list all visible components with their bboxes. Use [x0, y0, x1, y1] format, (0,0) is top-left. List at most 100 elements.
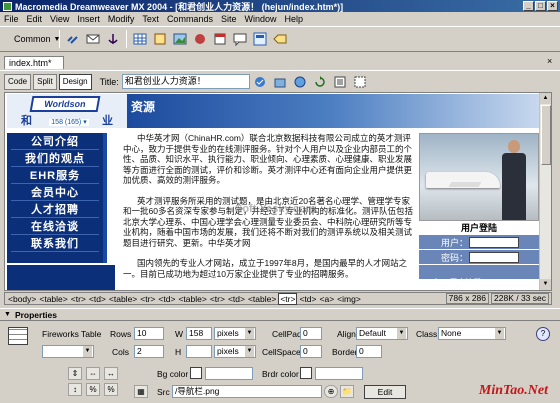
- menu-site[interactable]: Site: [217, 14, 241, 24]
- tag-td[interactable]: <td>: [88, 294, 107, 304]
- nav-recruitment[interactable]: 人才招聘: [11, 202, 99, 218]
- window-controls: _ □ ×: [523, 1, 558, 11]
- tag-table[interactable]: <table>: [108, 294, 138, 304]
- tag-a[interactable]: <a>: [319, 294, 336, 304]
- visual-aids-icon[interactable]: [352, 74, 368, 90]
- close-document-icon[interactable]: ×: [547, 56, 557, 66]
- email-link-icon[interactable]: [85, 31, 101, 47]
- border-color-swatch[interactable]: [300, 367, 312, 379]
- cellspace-input[interactable]: 0: [300, 345, 322, 358]
- menu-text[interactable]: Text: [138, 14, 163, 24]
- view-options-icon[interactable]: [332, 74, 348, 90]
- nav-contact-us[interactable]: 联系我们: [11, 236, 99, 252]
- clear-row-heights-icon[interactable]: ⇕: [68, 367, 82, 380]
- help-icon[interactable]: ?: [536, 327, 550, 341]
- nav-our-views[interactable]: 我们的观点: [11, 151, 99, 167]
- tag-tr[interactable]: <tr>: [70, 294, 87, 304]
- split-view-button[interactable]: Split: [33, 73, 57, 90]
- align-dropdown[interactable]: Default: [356, 327, 408, 340]
- close-window-button[interactable]: ×: [547, 1, 558, 11]
- height-input[interactable]: [186, 345, 212, 358]
- width-unit-dropdown[interactable]: pixels: [214, 327, 256, 340]
- page-title-input[interactable]: 和君创业人力资源！: [121, 74, 250, 89]
- class-dropdown[interactable]: None: [438, 327, 506, 340]
- nav-ehr-service[interactable]: EHR服务: [11, 168, 99, 184]
- tag-chooser-icon[interactable]: [272, 31, 288, 47]
- tag-td[interactable]: <td>: [227, 294, 246, 304]
- menu-window[interactable]: Window: [240, 14, 280, 24]
- convert-heights-percent-icon[interactable]: %: [104, 383, 118, 396]
- point-to-file-icon[interactable]: ⊕: [324, 385, 338, 398]
- menu-file[interactable]: File: [0, 14, 23, 24]
- layer-icon[interactable]: [152, 31, 168, 47]
- table-id-dropdown[interactable]: [42, 345, 94, 358]
- cols-input[interactable]: 2: [134, 345, 164, 358]
- menu-help[interactable]: Help: [280, 14, 307, 24]
- scroll-thumb[interactable]: [541, 105, 551, 165]
- code-view-button[interactable]: Code: [4, 73, 32, 90]
- bg-color-input[interactable]: [205, 367, 253, 380]
- rows-input[interactable]: 10: [134, 327, 164, 340]
- file-management-icon[interactable]: [272, 74, 288, 90]
- border-color-input[interactable]: [315, 367, 363, 380]
- scroll-down-icon[interactable]: ▼: [540, 279, 551, 290]
- minimize-button[interactable]: _: [523, 1, 534, 11]
- table-icon[interactable]: [132, 31, 148, 47]
- password-field[interactable]: [469, 251, 519, 263]
- tag-table[interactable]: <table>: [247, 294, 277, 304]
- maximize-button[interactable]: □: [535, 1, 546, 11]
- refresh-icon[interactable]: [312, 74, 328, 90]
- named-anchor-icon[interactable]: [105, 31, 121, 47]
- nav-online-chat[interactable]: 在线洽谈: [11, 219, 99, 235]
- convert-heights-pixels-icon[interactable]: ↕: [68, 383, 82, 396]
- nav-company-intro[interactable]: 公司介绍: [11, 134, 99, 150]
- hyperlink-icon[interactable]: [65, 31, 81, 47]
- comment-icon[interactable]: [232, 31, 248, 47]
- tag-tr[interactable]: <tr>: [209, 294, 226, 304]
- width-input[interactable]: 158: [186, 327, 212, 340]
- tag-tr-selected[interactable]: <tr>: [278, 292, 298, 305]
- tag-table[interactable]: <table>: [38, 294, 68, 304]
- login-options[interactable]: ○ 会 ○ 用户注册: [425, 277, 481, 288]
- design-view-button[interactable]: Design: [58, 73, 92, 90]
- tag-td[interactable]: <td>: [298, 294, 317, 304]
- border-input[interactable]: 0: [356, 345, 382, 358]
- menu-insert[interactable]: Insert: [73, 14, 104, 24]
- height-unit-dropdown[interactable]: pixels: [214, 345, 256, 358]
- vertical-scrollbar[interactable]: ▲ ▼: [539, 93, 551, 290]
- cellpad-input[interactable]: 0: [300, 327, 322, 340]
- convert-widths-pixels-icon[interactable]: ⇔: [86, 367, 100, 380]
- tag-body[interactable]: <body>: [7, 294, 37, 304]
- tag-img[interactable]: <img>: [336, 294, 362, 304]
- properties-panel-header[interactable]: ▼ Properties: [0, 308, 560, 320]
- src-input[interactable]: /导航栏.png: [172, 385, 322, 398]
- browser-check-icon[interactable]: [252, 74, 268, 90]
- edit-button[interactable]: Edit: [364, 385, 406, 399]
- browse-folder-icon[interactable]: 📁: [340, 385, 354, 398]
- bg-color-label: Bg color: [157, 369, 189, 379]
- menu-modify[interactable]: Modify: [104, 14, 139, 24]
- date-icon[interactable]: [212, 31, 228, 47]
- template-icon[interactable]: [252, 31, 268, 47]
- logo-area: Worldson 和 业 158 (165) ▾: [7, 94, 127, 128]
- window-size[interactable]: 786 x 286: [445, 293, 490, 304]
- clear-column-widths-icon[interactable]: ↔: [104, 367, 118, 380]
- tag-table[interactable]: <table>: [177, 294, 207, 304]
- image-icon[interactable]: [172, 31, 188, 47]
- insert-category-dropdown[interactable]: Common ▼: [4, 31, 60, 47]
- logo: Worldson: [29, 96, 101, 112]
- tag-td[interactable]: <td>: [157, 294, 176, 304]
- document-tab[interactable]: index.htm*: [4, 56, 64, 69]
- design-canvas[interactable]: Worldson 和 业 158 (165) ▾ 资源 公司介绍 我们的观点 E…: [4, 92, 552, 291]
- nav-member-center[interactable]: 会员中心: [11, 185, 99, 201]
- scroll-up-icon[interactable]: ▲: [540, 93, 551, 104]
- convert-widths-percent-icon[interactable]: %: [86, 383, 100, 396]
- bg-color-swatch[interactable]: [190, 367, 202, 379]
- username-field[interactable]: [469, 236, 519, 248]
- menu-commands[interactable]: Commands: [163, 14, 217, 24]
- tag-tr[interactable]: <tr>: [139, 294, 156, 304]
- menu-edit[interactable]: Edit: [23, 14, 47, 24]
- preview-in-browser-icon[interactable]: [292, 74, 308, 90]
- media-icon[interactable]: [192, 31, 208, 47]
- menu-view[interactable]: View: [46, 14, 73, 24]
